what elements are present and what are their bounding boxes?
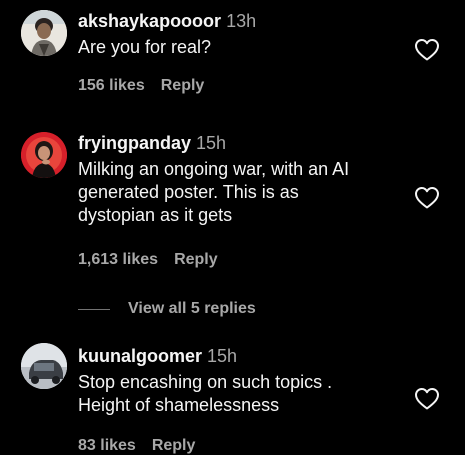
comment-actions: 1,613 likes Reply bbox=[78, 251, 218, 269]
avatar[interactable] bbox=[21, 343, 67, 389]
timestamp: 15h bbox=[207, 346, 238, 366]
avatar[interactable] bbox=[21, 132, 67, 178]
timestamp: 15h bbox=[196, 133, 227, 153]
username[interactable]: fryingpanday bbox=[78, 133, 191, 153]
comment-actions: 156 likes Reply bbox=[78, 77, 204, 95]
reply-button[interactable]: Reply bbox=[174, 251, 218, 268]
avatar-image bbox=[21, 343, 67, 389]
comment-header: akshaykapoooor 13h bbox=[78, 10, 398, 32]
comment-header: kuunalgoomer 15h bbox=[78, 345, 398, 367]
likes-count[interactable]: 1,613 likes bbox=[78, 251, 158, 268]
heart-outline-icon bbox=[415, 39, 439, 61]
reply-button[interactable]: Reply bbox=[161, 77, 205, 94]
like-button[interactable] bbox=[414, 186, 440, 210]
comment-text: Stop encashing on such topics . Height o… bbox=[78, 372, 333, 415]
view-replies-label: View all 5 replies bbox=[128, 300, 256, 317]
likes-count[interactable]: 156 likes bbox=[78, 77, 145, 94]
comment-text: Milking an ongoing war, with an AI gener… bbox=[78, 159, 350, 225]
avatar-image bbox=[21, 10, 67, 56]
username[interactable]: akshaykapoooor bbox=[78, 11, 221, 31]
timestamp: 13h bbox=[226, 11, 257, 31]
heart-outline-icon bbox=[415, 187, 439, 209]
comment-header: fryingpanday 15h bbox=[78, 132, 398, 154]
username[interactable]: kuunalgoomer bbox=[78, 346, 202, 366]
replies-divider-line bbox=[78, 308, 110, 310]
like-button[interactable] bbox=[414, 387, 440, 411]
avatar[interactable] bbox=[21, 10, 67, 56]
heart-outline-icon bbox=[415, 388, 439, 410]
avatar-image bbox=[21, 132, 67, 178]
view-replies-button[interactable]: View all 5 replies bbox=[78, 299, 256, 319]
likes-count[interactable]: 83 likes bbox=[78, 437, 136, 454]
comment-text: Are you for real? bbox=[78, 37, 212, 57]
reply-button[interactable]: Reply bbox=[152, 437, 196, 454]
comment-actions: 83 likes Reply bbox=[78, 437, 195, 455]
like-button[interactable] bbox=[414, 38, 440, 62]
